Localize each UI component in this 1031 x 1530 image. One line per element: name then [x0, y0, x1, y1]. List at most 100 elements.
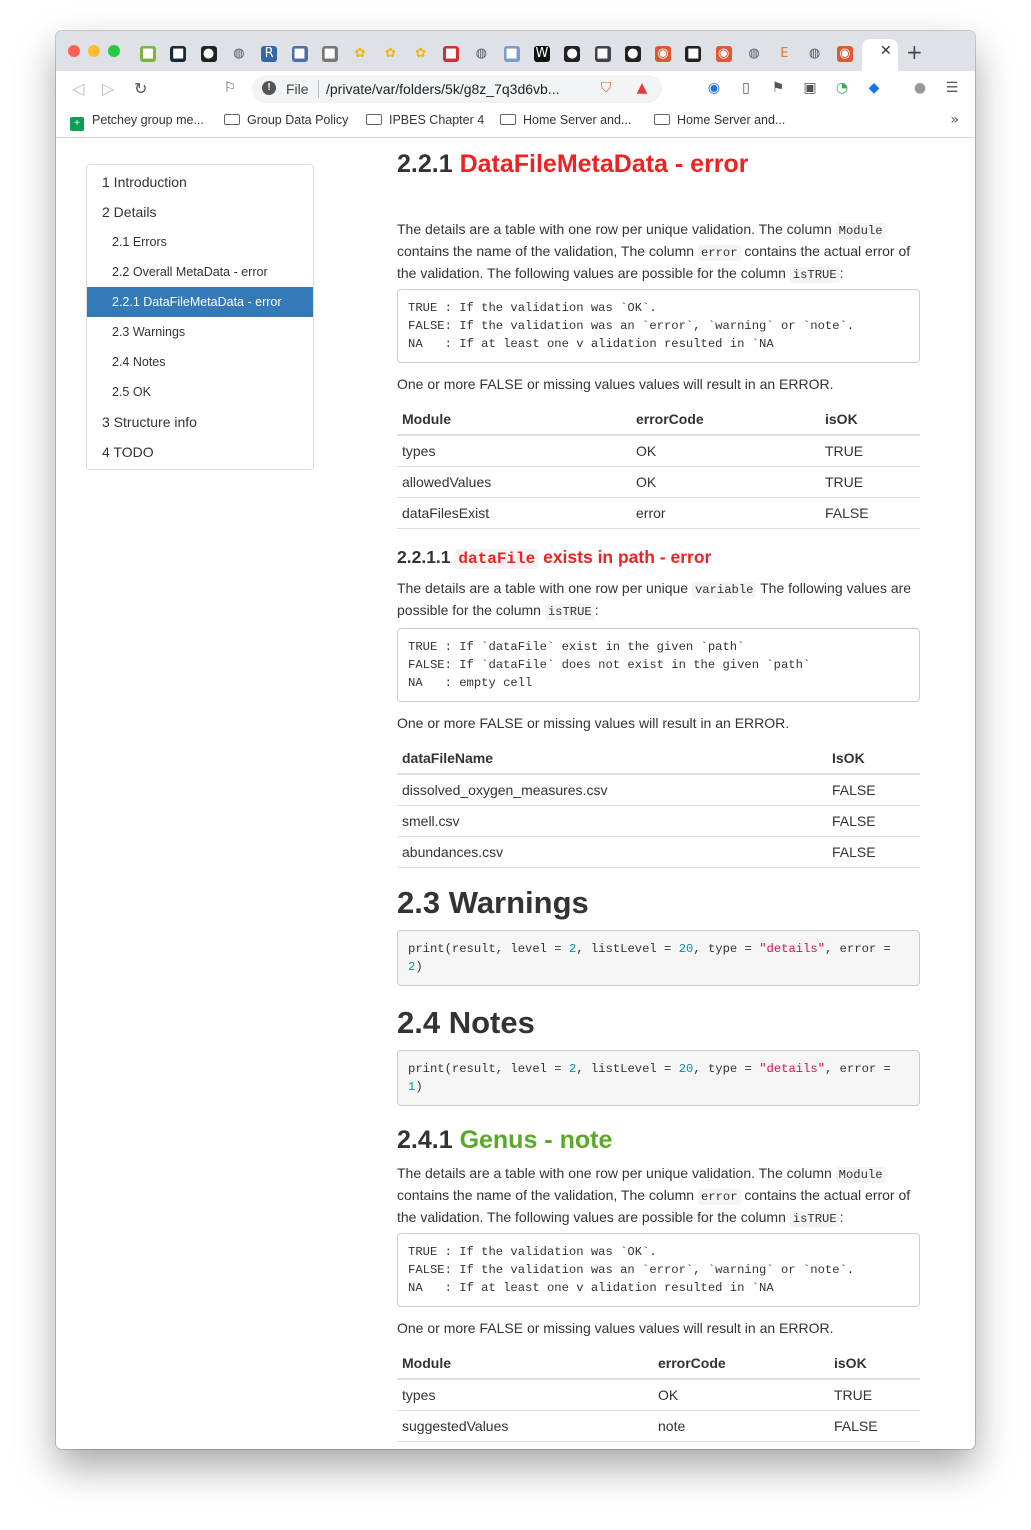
globe-icon[interactable]: ◍ [807, 46, 823, 62]
toc-item[interactable]: 4 TODO [87, 437, 313, 467]
bookmark-icon[interactable]: ⚐ [222, 80, 238, 96]
maximize-window-button[interactable] [108, 45, 120, 57]
table-cell: note [653, 1410, 829, 1442]
photos-icon[interactable]: ✿ [413, 46, 429, 62]
toc-item[interactable]: 1 Introduction [87, 167, 313, 197]
toc-item[interactable]: 2.4 Notes [87, 347, 313, 377]
table-row: suggestedValues note FALSE [397, 1410, 920, 1442]
section-paragraph: One or more FALSE or missing values valu… [397, 1320, 834, 1336]
r-code-block: print(result, level = 2, listLevel = 20,… [397, 1050, 920, 1106]
table-cell: FALSE [829, 1410, 920, 1442]
tab-favicon[interactable]: ■ [685, 46, 702, 62]
code-block: TRUE : If the validation was `OK`. FALSE… [397, 289, 920, 363]
section-heading-notes: 2.4 Notes [397, 1005, 535, 1040]
validation-table: Module errorCode isOK types OK TRUE allowedVal… [397, 403, 920, 529]
table-cell: types [397, 435, 631, 467]
table-row: allowedValues OK TRUE [397, 466, 920, 498]
code-block: TRUE : If the validation was `OK`. FALSE… [397, 1233, 920, 1307]
new-tab-button[interactable]: + [906, 40, 923, 64]
duckduckgo-icon[interactable]: ◉ [836, 46, 853, 62]
code-block: TRUE : If `dataFile` exist in the given … [397, 628, 920, 702]
inline-code: error [697, 245, 741, 261]
folder-icon [224, 114, 240, 125]
section-paragraph: The details are a table with one row per… [397, 580, 912, 620]
address-separator [318, 80, 319, 98]
capture-icon[interactable]: ▣ [802, 80, 818, 96]
bookmark-extension-icon[interactable]: ⚑ [770, 80, 786, 96]
bookmark-item[interactable]: + Petchey group me... [70, 113, 204, 131]
inline-code: dataFile [455, 549, 539, 569]
reload-button[interactable]: ↻ [134, 79, 147, 98]
etsy-icon[interactable]: E [776, 46, 792, 62]
toc-item[interactable]: 2.2.1 DataFileMetaData - error [87, 287, 313, 317]
bookmark-folder[interactable]: Group Data Policy [224, 113, 348, 127]
inline-code: Module [835, 1167, 886, 1183]
tab-favicon[interactable]: ■ [291, 46, 308, 62]
menu-icon[interactable]: ☰ [944, 80, 960, 96]
tab-favicon[interactable]: ■ [140, 46, 156, 62]
photos-icon[interactable]: ✿ [382, 46, 398, 62]
toc-item[interactable]: 2.3 Warnings [87, 317, 313, 347]
tab-favicon[interactable]: ■ [321, 46, 338, 62]
wikipedia-icon[interactable]: W [533, 46, 550, 62]
table-row: smell.csv FALSE [397, 805, 920, 837]
extension-icon[interactable]: ◆ [866, 80, 882, 96]
section-paragraph: The details are a table with one row per… [397, 1165, 911, 1227]
brave-shield-icon[interactable]: ⛉ [598, 80, 614, 96]
duckduckgo-icon[interactable]: ◉ [715, 46, 732, 62]
globe-icon[interactable]: ◍ [231, 46, 247, 62]
sync-icon[interactable]: ◔ [834, 80, 850, 96]
table-row: types OK TRUE [397, 1379, 920, 1411]
bookmark-folder[interactable]: Home Server and... [654, 113, 785, 127]
section-title: DataFileMetaData - error [459, 150, 749, 178]
r-icon[interactable]: R [261, 46, 278, 62]
folder-icon [654, 114, 670, 125]
close-window-button[interactable] [68, 45, 80, 57]
toc-item[interactable]: 2.2 Overall MetaData - error [87, 257, 313, 287]
back-button[interactable]: ◁ [72, 79, 84, 98]
brave-rewards-icon[interactable]: ▲ [634, 80, 650, 96]
table-cell: FALSE [827, 805, 920, 837]
info-icon[interactable]: ! [262, 81, 276, 95]
tab-favicon[interactable]: ■ [503, 46, 520, 62]
table-row: abundances.csv FALSE [397, 836, 920, 868]
forward-button[interactable]: ▷ [102, 79, 114, 98]
bookmark-folder[interactable]: IPBES Chapter 4 [366, 113, 484, 127]
bookmarks-overflow-button[interactable]: » [950, 112, 959, 128]
tab-close-icon[interactable]: ✕ [880, 43, 892, 59]
document-icon[interactable]: ▯ [738, 80, 754, 96]
toc-item[interactable]: 2.1 Errors [87, 227, 313, 257]
table-row: allowedValuesnoteFALSE [397, 1441, 920, 1449]
bookmark-label: Group Data Policy [247, 113, 349, 127]
table-cell: OK [631, 466, 820, 498]
table-cell: FALSE [829, 1441, 920, 1449]
duckduckgo-icon[interactable]: ◉ [655, 46, 672, 62]
sheets-icon: + [70, 117, 84, 131]
toc-item[interactable]: 3 Structure info [87, 407, 313, 437]
tab-favicon[interactable]: ■ [443, 46, 459, 62]
password-manager-icon[interactable]: ◉ [706, 80, 722, 96]
url-text: /private/var/folders/5k/g8z_7q3d6vb... [326, 81, 560, 97]
tab-favicon[interactable]: ■ [170, 46, 187, 62]
toc-item[interactable]: 2 Details [87, 197, 313, 227]
github-icon[interactable]: ● [624, 46, 641, 62]
bookmark-folder[interactable]: Home Server and... [500, 113, 631, 127]
globe-icon[interactable]: ◍ [473, 46, 489, 62]
toc-item[interactable]: 2.5 OK [87, 377, 313, 407]
table-cell: FALSE [820, 497, 920, 529]
table-cell: TRUE [820, 435, 920, 467]
table-cell: error [631, 497, 820, 529]
table-cell: OK [653, 1379, 829, 1411]
bookmark-label: Home Server and... [523, 113, 632, 127]
tab-favicon[interactable]: ■ [594, 46, 611, 62]
column-header: IsOK [827, 742, 920, 775]
globe-icon[interactable]: ◍ [746, 46, 762, 62]
profile-avatar-icon[interactable]: ● [912, 80, 928, 96]
column-header: Module [397, 403, 631, 436]
photos-icon[interactable]: ✿ [352, 46, 368, 62]
minimize-window-button[interactable] [88, 45, 100, 57]
section-title: exists in path - error [538, 547, 712, 567]
github-icon[interactable]: ● [564, 46, 581, 62]
validation-table: Module errorCode isOK types OK TRUE suggestedV… [397, 1347, 920, 1449]
github-icon[interactable]: ● [200, 46, 217, 62]
